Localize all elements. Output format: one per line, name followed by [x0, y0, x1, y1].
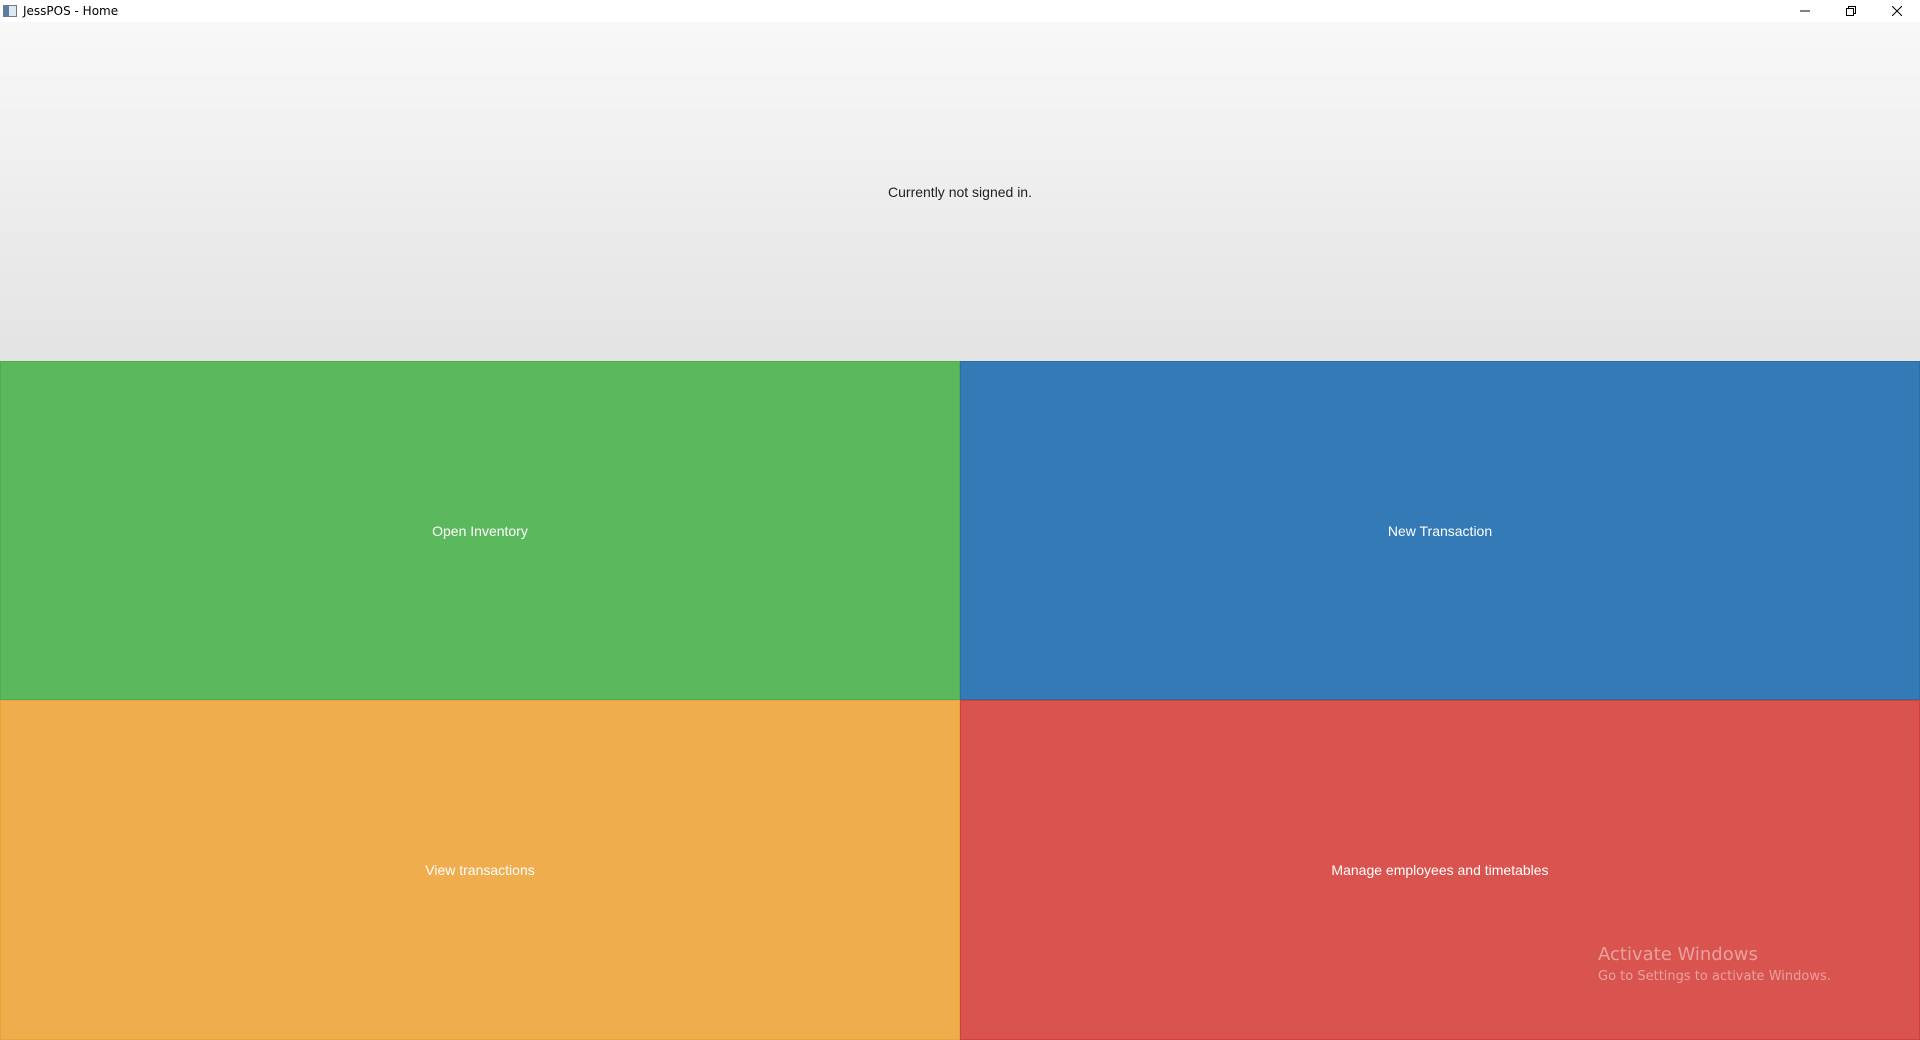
close-button[interactable] — [1874, 0, 1920, 22]
watermark-subtitle: Go to Settings to activate Windows. — [1598, 969, 1831, 984]
manage-employees-button[interactable]: Manage employees and timetables — [960, 700, 1920, 1040]
restore-button[interactable] — [1828, 0, 1874, 22]
title-bar[interactable]: JessPOS - Home — [0, 0, 1920, 22]
sign-in-status-text: Currently not signed in. — [888, 183, 1032, 200]
view-transactions-button[interactable]: View transactions — [0, 700, 960, 1040]
watermark-title: Activate Windows — [1598, 944, 1758, 965]
open-inventory-button[interactable]: Open Inventory — [0, 361, 960, 700]
window-controls — [1782, 0, 1920, 22]
minimize-button[interactable] — [1782, 0, 1828, 22]
restore-icon — [1846, 6, 1856, 16]
manage-employees-label: Manage employees and timetables — [1331, 862, 1549, 878]
new-transaction-label: New Transaction — [1387, 522, 1493, 539]
sign-in-status-panel: Currently not signed in. — [0, 22, 1920, 361]
app-icon — [3, 5, 17, 17]
activate-windows-watermark: Activate Windows Go to Settings to activ… — [1598, 944, 1831, 984]
app-window: JessPOS - Home Currently not signed in. … — [0, 0, 1920, 1040]
minimize-icon — [1800, 10, 1810, 12]
open-inventory-label: Open Inventory — [432, 522, 528, 539]
close-icon — [1892, 6, 1902, 16]
view-transactions-label: View transactions — [425, 862, 535, 878]
window-title: JessPOS - Home — [23, 4, 119, 18]
new-transaction-button[interactable]: New Transaction — [960, 361, 1920, 700]
